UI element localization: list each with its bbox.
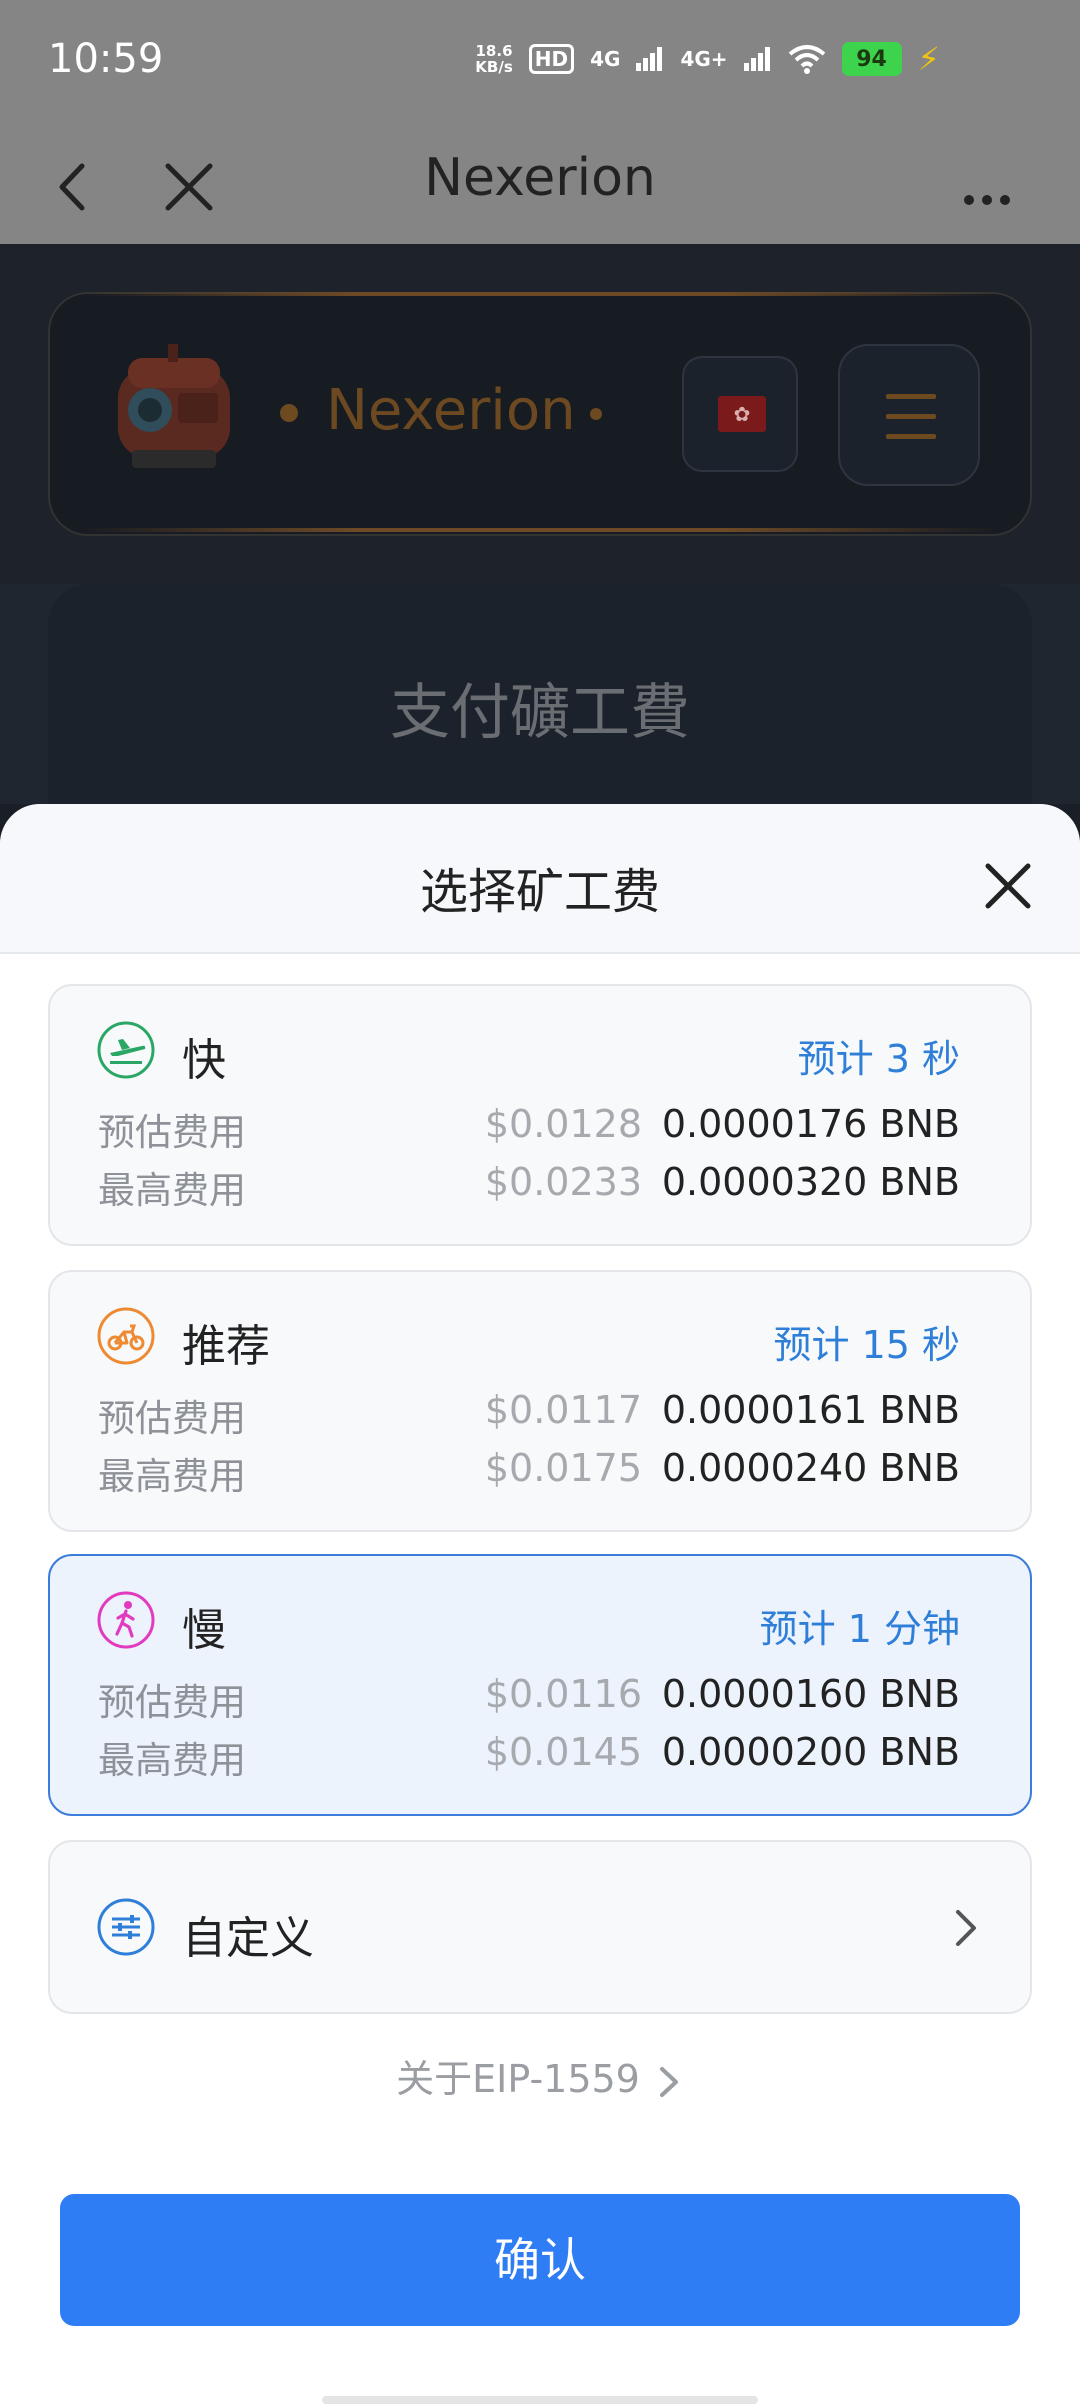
max-fee-label: 最高费用	[98, 1739, 246, 1782]
wifi-icon	[788, 45, 825, 74]
eip-1559-link-text: 关于EIP-1559	[396, 2057, 640, 2101]
max-fee-label: 最高费用	[98, 1455, 246, 1498]
custom-fee-label: 自定义	[182, 1913, 314, 1964]
option-name: 快	[182, 1035, 226, 1086]
sliders-icon	[97, 1898, 155, 1956]
estimated-fee-label: 预估费用	[98, 1111, 246, 1154]
max-fee-row: 最高费用 $0.0175 0.0000240 BNB	[98, 1446, 960, 1498]
estimated-fee-row: 预估费用 $0.0128 0.0000176 BNB	[98, 1102, 960, 1154]
signal-icon	[743, 47, 770, 71]
max-fee-usd: $0.0233	[484, 1160, 642, 1204]
signal-icon	[636, 47, 663, 71]
max-fee-bnb: 0.0000320 BNB	[661, 1160, 960, 1204]
battery-icon: 94	[841, 42, 902, 76]
brand-dot-left	[280, 404, 298, 422]
confirm-button[interactable]: 确认	[60, 2194, 1020, 2326]
hong-kong-flag-icon: ✿	[718, 396, 766, 432]
menu-button[interactable]	[838, 344, 980, 486]
max-fee-bnb: 0.0000240 BNB	[661, 1446, 960, 1490]
sheet-title: 选择矿工费	[419, 864, 660, 920]
fee-option-custom[interactable]: 自定义	[48, 1840, 1032, 2014]
fee-option-recommended[interactable]: 推荐 预计 15 秒 预估费用 $0.0117 0.0000161 BNB 最高…	[48, 1270, 1032, 1532]
estimated-fee-label: 预估费用	[98, 1397, 246, 1440]
option-eta: 预计 15 秒	[773, 1323, 960, 1367]
estimated-fee-usd: $0.0128	[484, 1102, 642, 1146]
plane-icon	[97, 1021, 155, 1079]
fee-option-slow[interactable]: 慢 预计 1 分钟 预估费用 $0.0116 0.0000160 BNB 最高费…	[48, 1554, 1032, 1816]
language-button[interactable]: ✿	[682, 356, 798, 472]
max-fee-usd: $0.0145	[484, 1730, 642, 1774]
estimated-fee-label: 预估费用	[98, 1681, 246, 1724]
max-fee-usd: $0.0175	[484, 1446, 642, 1490]
max-fee-row: 最高费用 $0.0233 0.0000320 BNB	[98, 1160, 960, 1212]
brand-title: Nexerion	[326, 378, 576, 443]
signal-4g-plus: 4G+	[680, 47, 728, 71]
fee-option-fast[interactable]: 快 预计 3 秒 预估费用 $0.0128 0.0000176 BNB 最高费用…	[48, 984, 1032, 1246]
brand-card-top-line	[80, 292, 1000, 296]
eip-1559-link[interactable]: 关于EIP-1559	[0, 2048, 1080, 2103]
walk-icon	[97, 1591, 155, 1649]
max-fee-bnb: 0.0000200 BNB	[661, 1730, 960, 1774]
status-time: 10:59	[48, 36, 164, 82]
fee-selection-sheet: 选择矿工费 快 预计 3 秒 预估费用 $0.0128 0.0000176 BN…	[0, 804, 1080, 2408]
nav-bar: Nexerion	[0, 126, 1080, 244]
signal-4g: 4G	[590, 47, 621, 71]
status-bar: 10:59 18.6 KB/s HD 4G 4G+ 94 ⚡	[0, 0, 1080, 126]
estimated-fee-usd: $0.0117	[484, 1388, 642, 1432]
status-icons: 18.6 KB/s HD 4G 4G+ 94 ⚡	[475, 40, 940, 78]
pay-fee-title: 支付礦工費	[390, 678, 690, 748]
bike-icon	[97, 1307, 155, 1365]
page-title: Nexerion	[424, 148, 656, 208]
mining-machine-logo	[118, 344, 230, 468]
option-name: 推荐	[182, 1321, 270, 1372]
close-icon[interactable]	[978, 856, 1038, 916]
hd-badge: HD	[528, 44, 575, 74]
charging-icon: ⚡	[917, 40, 940, 78]
option-eta: 预计 1 分钟	[759, 1607, 960, 1651]
chevron-right-icon	[956, 1910, 976, 1946]
more-icon[interactable]	[952, 152, 1022, 222]
estimated-fee-usd: $0.0116	[484, 1672, 642, 1716]
menu-icon	[886, 394, 936, 399]
option-name: 慢	[182, 1605, 226, 1656]
brand-card-bottom-line	[80, 528, 1000, 532]
estimated-fee-bnb: 0.0000161 BNB	[661, 1388, 960, 1432]
estimated-fee-bnb: 0.0000160 BNB	[661, 1672, 960, 1716]
max-fee-row: 最高费用 $0.0145 0.0000200 BNB	[98, 1730, 960, 1782]
max-fee-label: 最高费用	[98, 1169, 246, 1212]
sheet-header: 选择矿工费	[0, 804, 1080, 954]
option-eta: 预计 3 秒	[797, 1037, 960, 1081]
home-indicator[interactable]	[322, 2396, 758, 2404]
estimated-fee-row: 预估费用 $0.0116 0.0000160 BNB	[98, 1672, 960, 1724]
chevron-right-icon	[659, 2066, 678, 2097]
brand-dot-right	[590, 408, 602, 420]
estimated-fee-bnb: 0.0000176 BNB	[661, 1102, 960, 1146]
estimated-fee-row: 预估费用 $0.0117 0.0000161 BNB	[98, 1388, 960, 1440]
net-speed: 18.6 KB/s	[475, 42, 513, 76]
